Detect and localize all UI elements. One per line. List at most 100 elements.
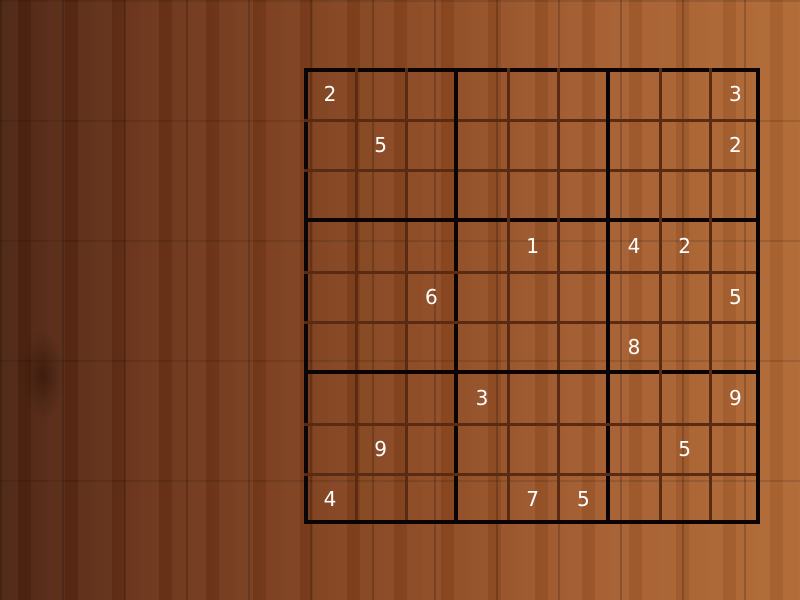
sudoku-cell-r1-c9[interactable]: 3 xyxy=(710,69,760,119)
sudoku-cell-r2-c6[interactable] xyxy=(558,120,608,170)
sudoku-cell-r1-c1[interactable]: 2 xyxy=(305,69,355,119)
sudoku-cell-r4-c1[interactable] xyxy=(305,221,355,271)
sudoku-cell-r9-c2[interactable] xyxy=(356,474,406,524)
sudoku-cell-r8-c9[interactable] xyxy=(710,424,760,474)
sudoku-cell-r3-c2[interactable] xyxy=(356,170,406,220)
sudoku-cell-r7-c2[interactable] xyxy=(356,373,406,423)
sudoku-cell-r4-c4[interactable] xyxy=(457,221,507,271)
sudoku-cell-r7-c5[interactable] xyxy=(508,373,558,423)
sudoku-cell-r8-c8[interactable]: 5 xyxy=(660,424,710,474)
sudoku-cell-r2-c3[interactable] xyxy=(406,120,456,170)
sudoku-cell-r7-c3[interactable] xyxy=(406,373,456,423)
cell-divider-horizontal xyxy=(304,321,760,324)
sudoku-cell-r3-c7[interactable] xyxy=(609,170,659,220)
sudoku-cell-r4-c5[interactable]: 1 xyxy=(508,221,558,271)
sudoku-cell-r7-c6[interactable] xyxy=(558,373,608,423)
sudoku-cell-r4-c3[interactable] xyxy=(406,221,456,271)
sudoku-cell-r8-c5[interactable] xyxy=(508,424,558,474)
sudoku-cell-r7-c4[interactable]: 3 xyxy=(457,373,507,423)
sudoku-cell-r1-c5[interactable] xyxy=(508,69,558,119)
sudoku-cell-r5-c3[interactable]: 6 xyxy=(406,272,456,322)
sudoku-cell-r7-c1[interactable] xyxy=(305,373,355,423)
sudoku-cell-r6-c3[interactable] xyxy=(406,322,456,372)
sudoku-cell-r8-c4[interactable] xyxy=(457,424,507,474)
sudoku-cell-r5-c2[interactable] xyxy=(356,272,406,322)
sudoku-cell-r8-c1[interactable] xyxy=(305,424,355,474)
sudoku-cell-r5-c6[interactable] xyxy=(558,272,608,322)
box-divider-horizontal xyxy=(304,218,760,222)
sudoku-cell-r6-c7[interactable]: 8 xyxy=(609,322,659,372)
sudoku-cell-r9-c4[interactable] xyxy=(457,474,507,524)
sudoku-cell-r1-c7[interactable] xyxy=(609,69,659,119)
sudoku-cell-r7-c7[interactable] xyxy=(609,373,659,423)
cell-divider-vertical xyxy=(557,68,560,524)
cell-divider-horizontal xyxy=(304,423,760,426)
box-divider-horizontal xyxy=(304,68,760,72)
sudoku-cell-r3-c8[interactable] xyxy=(660,170,710,220)
sudoku-cell-r2-c7[interactable] xyxy=(609,120,659,170)
sudoku-cell-r6-c4[interactable] xyxy=(457,322,507,372)
sudoku-cell-r5-c9[interactable]: 5 xyxy=(710,272,760,322)
sudoku-cell-r2-c8[interactable] xyxy=(660,120,710,170)
sudoku-cell-r8-c7[interactable] xyxy=(609,424,659,474)
sudoku-cell-r9-c8[interactable] xyxy=(660,474,710,524)
sudoku-cell-r5-c5[interactable] xyxy=(508,272,558,322)
box-divider-horizontal xyxy=(304,520,760,524)
sudoku-cell-r2-c9[interactable]: 2 xyxy=(710,120,760,170)
sudoku-cell-r8-c6[interactable] xyxy=(558,424,608,474)
sudoku-cell-r6-c5[interactable] xyxy=(508,322,558,372)
sudoku-cell-r3-c1[interactable] xyxy=(305,170,355,220)
sudoku-cell-r6-c6[interactable] xyxy=(558,322,608,372)
cell-divider-vertical xyxy=(709,68,712,524)
cell-divider-horizontal xyxy=(304,119,760,122)
box-divider-horizontal xyxy=(304,370,760,374)
sudoku-cell-r2-c1[interactable] xyxy=(305,120,355,170)
sudoku-cell-r9-c6[interactable]: 5 xyxy=(558,474,608,524)
box-divider-vertical xyxy=(756,68,760,524)
cell-divider-horizontal xyxy=(304,169,760,172)
sudoku-cell-r5-c1[interactable] xyxy=(305,272,355,322)
sudoku-cell-r3-c4[interactable] xyxy=(457,170,507,220)
sudoku-cell-r9-c3[interactable] xyxy=(406,474,456,524)
sudoku-cell-r2-c5[interactable] xyxy=(508,120,558,170)
sudoku-cell-r4-c8[interactable]: 2 xyxy=(660,221,710,271)
sudoku-cell-r3-c5[interactable] xyxy=(508,170,558,220)
cell-divider-horizontal xyxy=(304,271,760,274)
cell-divider-vertical xyxy=(507,68,510,524)
sudoku-cell-r1-c4[interactable] xyxy=(457,69,507,119)
sudoku-cell-r5-c8[interactable] xyxy=(660,272,710,322)
box-divider-vertical xyxy=(606,68,610,524)
sudoku-cell-r7-c9[interactable]: 9 xyxy=(710,373,760,423)
sudoku-cell-r9-c5[interactable]: 7 xyxy=(508,474,558,524)
box-divider-vertical xyxy=(454,68,458,524)
sudoku-cell-r4-c9[interactable] xyxy=(710,221,760,271)
cell-divider-vertical xyxy=(659,68,662,524)
sudoku-cell-r6-c1[interactable] xyxy=(305,322,355,372)
sudoku-cell-r4-c2[interactable] xyxy=(356,221,406,271)
wood-knot-decoration xyxy=(20,330,66,420)
sudoku-cell-r2-c2[interactable]: 5 xyxy=(356,120,406,170)
sudoku-cell-r1-c2[interactable] xyxy=(356,69,406,119)
sudoku-cell-r1-c3[interactable] xyxy=(406,69,456,119)
sudoku-cell-r2-c4[interactable] xyxy=(457,120,507,170)
sudoku-cell-r9-c1[interactable]: 4 xyxy=(305,474,355,524)
sudoku-cell-r4-c7[interactable]: 4 xyxy=(609,221,659,271)
sudoku-cell-r3-c3[interactable] xyxy=(406,170,456,220)
sudoku-cell-r9-c7[interactable] xyxy=(609,474,659,524)
sudoku-cell-r5-c7[interactable] xyxy=(609,272,659,322)
sudoku-cell-r5-c4[interactable] xyxy=(457,272,507,322)
sudoku-cell-r8-c2[interactable]: 9 xyxy=(356,424,406,474)
sudoku-cell-r6-c2[interactable] xyxy=(356,322,406,372)
cell-divider-vertical xyxy=(355,68,358,524)
sudoku-board: 23521426583995475 xyxy=(304,68,760,524)
sudoku-cell-r1-c8[interactable] xyxy=(660,69,710,119)
sudoku-cell-r7-c8[interactable] xyxy=(660,373,710,423)
sudoku-cell-r6-c9[interactable] xyxy=(710,322,760,372)
sudoku-cell-r3-c6[interactable] xyxy=(558,170,608,220)
sudoku-cell-r1-c6[interactable] xyxy=(558,69,608,119)
sudoku-cell-r6-c8[interactable] xyxy=(660,322,710,372)
sudoku-cell-r9-c9[interactable] xyxy=(710,474,760,524)
sudoku-cell-r8-c3[interactable] xyxy=(406,424,456,474)
sudoku-cell-r4-c6[interactable] xyxy=(558,221,608,271)
sudoku-cell-r3-c9[interactable] xyxy=(710,170,760,220)
